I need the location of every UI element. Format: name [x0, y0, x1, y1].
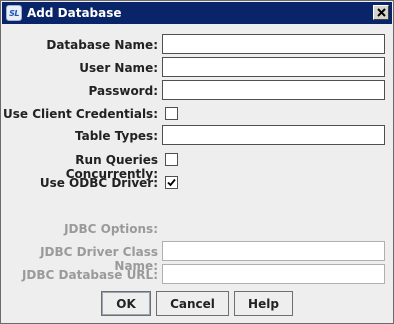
database-name-input[interactable]	[162, 34, 385, 54]
cancel-button[interactable]: Cancel	[156, 291, 229, 316]
use-client-credentials-checkbox[interactable]	[165, 107, 178, 120]
use-odbc-driver-checkbox[interactable]	[165, 176, 178, 189]
jdbc-options-label: JDBC Options:	[64, 222, 158, 236]
use-client-credentials-label: Use Client Credentials:	[3, 107, 158, 121]
table-types-input[interactable]	[162, 125, 385, 145]
add-database-dialog: SL Add Database Database Name: User Name…	[0, 0, 394, 324]
password-label: Password:	[88, 84, 159, 98]
password-input[interactable]	[162, 80, 385, 100]
table-types-label: Table Types:	[74, 129, 158, 143]
run-queries-concurrently-checkbox[interactable]	[165, 153, 178, 166]
title-bar[interactable]: SL Add Database	[2, 2, 392, 24]
jdbc-driver-class-name-input[interactable]	[162, 241, 385, 261]
app-logo-text: SL	[9, 8, 19, 18]
window-title: Add Database	[27, 6, 122, 20]
database-name-label: Database Name:	[46, 38, 158, 52]
help-button[interactable]: Help	[234, 291, 293, 316]
close-button[interactable]	[373, 5, 389, 20]
checkmark-icon	[167, 178, 176, 187]
user-name-label: User Name:	[79, 61, 158, 75]
jdbc-database-url-input[interactable]	[162, 264, 385, 284]
use-odbc-driver-label: Use ODBC Driver:	[39, 176, 158, 190]
close-icon	[376, 8, 386, 17]
ok-button[interactable]: OK	[101, 291, 151, 316]
user-name-input[interactable]	[162, 57, 385, 77]
jdbc-database-url-label: JDBC Database URL:	[21, 268, 158, 282]
app-logo-icon: SL	[6, 5, 22, 21]
